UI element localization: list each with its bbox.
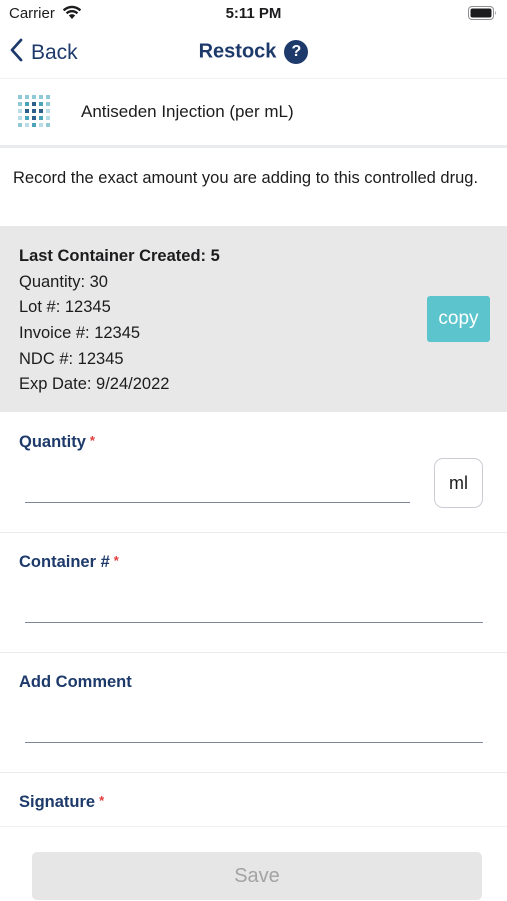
divider — [0, 652, 507, 653]
quantity-label: Quantity * — [19, 433, 95, 452]
save-footer: Save — [0, 826, 507, 901]
container-number-input[interactable] — [25, 594, 483, 623]
last-container-exp-date: Exp Date: 9/24/2022 — [19, 375, 170, 393]
drug-dots-icon — [16, 93, 56, 138]
page-title: Restock — [198, 40, 277, 63]
divider — [0, 772, 507, 773]
status-bar: Carrier 5:11 PM — [0, 0, 507, 28]
save-button[interactable]: Save — [32, 852, 482, 900]
quantity-label-text: Quantity — [19, 433, 86, 451]
container-label-text: Container # — [19, 553, 110, 571]
last-container-ndc: NDC #: 12345 — [19, 350, 124, 368]
status-time: 5:11 PM — [225, 5, 282, 22]
copy-button[interactable]: copy — [427, 296, 490, 342]
required-marker: * — [89, 433, 95, 448]
last-container-quantity: Quantity: 30 — [19, 273, 108, 291]
comment-input[interactable] — [25, 714, 483, 743]
signature-label-text: Signature — [19, 793, 96, 811]
last-container-lot: Lot #: 12345 — [19, 298, 111, 316]
drug-header: Antiseden Injection (per mL) — [0, 79, 507, 148]
help-icon[interactable]: ? — [284, 40, 309, 64]
nav-title-group: Restock? — [0, 40, 507, 64]
last-container-title: Last Container Created: 5 — [19, 247, 220, 265]
unit-button[interactable]: ml — [434, 458, 483, 508]
container-label: Container # * — [19, 553, 119, 572]
required-marker: * — [113, 553, 119, 568]
last-container-panel: Last Container Created: 5 Quantity: 30 L… — [0, 226, 507, 412]
required-marker: * — [99, 793, 105, 808]
navigation-bar: Back Restock? — [0, 28, 507, 79]
drug-name: Antiseden Injection (per mL) — [81, 102, 294, 121]
signature-label: Signature * — [19, 793, 104, 812]
quantity-input[interactable] — [25, 474, 410, 503]
divider — [0, 532, 507, 533]
comment-label-text: Add Comment — [19, 673, 132, 691]
instruction-text: Record the exact amount you are adding t… — [13, 169, 479, 187]
comment-label: Add Comment — [19, 673, 132, 692]
battery-icon — [468, 6, 498, 25]
last-container-invoice: Invoice #: 12345 — [19, 324, 141, 342]
